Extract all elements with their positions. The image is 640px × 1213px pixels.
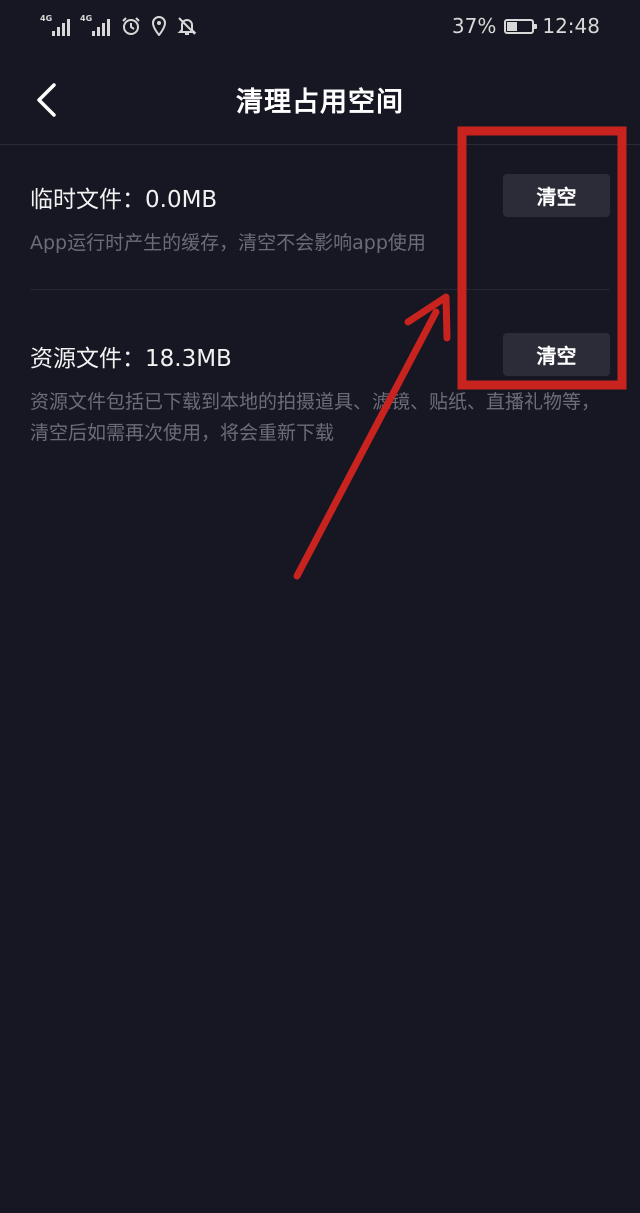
- mute-bell-icon: [176, 15, 198, 37]
- battery-percent: 37%: [451, 14, 497, 38]
- temp-files-description: App运行时产生的缓存，清空不会影响app使用: [30, 232, 426, 254]
- battery-icon: [504, 18, 538, 34]
- location-icon: [148, 15, 170, 37]
- status-icons-right: 37% 12:48: [452, 12, 600, 40]
- network-type-label: 4G: [80, 14, 93, 23]
- signal-icon-sim2: 4G: [80, 15, 114, 37]
- clear-resource-files-button[interactable]: 清空: [503, 333, 610, 376]
- status-icons-left: 4G 4G: [40, 12, 198, 40]
- clear-temp-files-button[interactable]: 清空: [503, 174, 610, 217]
- clock-time: 12:48: [542, 14, 600, 38]
- divider: [30, 289, 610, 290]
- nav-bar: 清理占用空间: [0, 54, 640, 145]
- temp-files-item: 临时文件：0.0MB App运行时产生的缓存，清空不会影响app使用 清空: [30, 174, 610, 259]
- resource-files-description: 资源文件包括已下载到本地的拍摄道具、滤镜、贴纸、直播礼物等，清空后如需再次使用，…: [30, 391, 601, 444]
- network-type-label: 4G: [40, 14, 53, 23]
- status-bar: 4G 4G 37% 12:48: [0, 0, 640, 54]
- signal-icon-sim1: 4G: [40, 15, 74, 37]
- page-title: 清理占用空间: [236, 87, 404, 118]
- arrow-head: [404, 293, 451, 342]
- alarm-clock-icon: [120, 15, 142, 37]
- resource-files-item: 资源文件：18.3MB 资源文件包括已下载到本地的拍摄道具、滤镜、贴纸、直播礼物…: [30, 333, 610, 449]
